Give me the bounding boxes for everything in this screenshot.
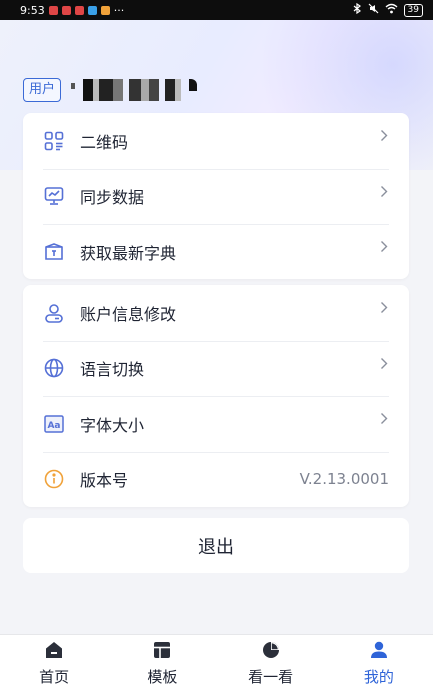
tab-label: 我的 xyxy=(363,668,394,686)
font-size-icon: Aa xyxy=(43,413,65,435)
version-value: V.2.13.0001 xyxy=(299,470,389,489)
menu-item-account-edit[interactable]: 账户信息修改 xyxy=(23,285,409,341)
notification-icon xyxy=(61,5,71,15)
menu-item-label: 获取最新字典 xyxy=(80,243,177,263)
menu-item-label: 同步数据 xyxy=(80,188,145,208)
tab-home[interactable]: 首页 xyxy=(0,635,108,693)
user-row: 用户 xyxy=(23,78,198,102)
tab-browse[interactable]: 看一看 xyxy=(217,635,325,693)
chevron-right-icon xyxy=(379,128,389,144)
menu-item-label: 二维码 xyxy=(80,132,129,152)
menu-item-label: 版本号 xyxy=(80,471,129,491)
user-name-redacted xyxy=(71,78,198,102)
tab-template[interactable]: 模板 xyxy=(108,635,216,693)
menu-item-get-dictionary[interactable]: 获取最新字典 xyxy=(23,224,409,280)
silent-icon xyxy=(368,3,379,17)
menu-item-language[interactable]: 语言切换 xyxy=(23,340,409,397)
info-icon xyxy=(43,468,65,490)
globe-icon xyxy=(43,357,65,379)
chevron-right-icon xyxy=(379,300,389,316)
tab-mine[interactable]: 我的 xyxy=(325,635,433,693)
menu-item-version: 版本号 V.2.13.0001 xyxy=(23,451,409,508)
tab-label: 模板 xyxy=(147,668,178,686)
tab-label: 看一看 xyxy=(248,668,294,686)
logout-button[interactable]: 退出 xyxy=(23,518,409,573)
menu-item-label: 字体大小 xyxy=(80,415,145,435)
notification-icon xyxy=(48,5,58,15)
svg-text:Aa: Aa xyxy=(47,421,60,431)
chevron-right-icon xyxy=(379,183,389,199)
menu-item-label: 语言切换 xyxy=(80,360,145,380)
more-notifications-icon: ··· xyxy=(113,3,125,17)
notification-icon xyxy=(100,5,110,15)
qrcode-icon xyxy=(43,130,65,152)
status-right: 39 xyxy=(353,2,423,17)
bottom-tab-bar: 首页 模板 看一看 我的 xyxy=(0,634,433,693)
sync-monitor-icon xyxy=(43,185,65,207)
notification-icon xyxy=(74,5,84,15)
status-left: 9:53 ··· xyxy=(20,4,124,17)
bluetooth-icon xyxy=(353,2,362,17)
menu-item-font-size[interactable]: Aa 字体大小 xyxy=(23,396,409,452)
menu-card-primary: 二维码 同步数据 获取最新字典 xyxy=(23,113,409,279)
tab-label: 首页 xyxy=(39,668,70,686)
menu-item-qrcode[interactable]: 二维码 xyxy=(23,113,409,169)
notification-icon xyxy=(87,5,97,15)
chevron-right-icon xyxy=(379,355,389,371)
status-bar: 9:53 ··· 39 xyxy=(0,0,433,20)
menu-item-sync-data[interactable]: 同步数据 xyxy=(23,168,409,225)
dictionary-box-icon xyxy=(43,241,65,263)
user-edit-icon xyxy=(43,302,65,324)
template-icon xyxy=(153,641,171,663)
wifi-icon xyxy=(385,3,398,17)
home-icon xyxy=(45,641,63,663)
chevron-right-icon xyxy=(379,411,389,427)
menu-card-settings: 账户信息修改 语言切换 Aa 字体大小 版本号 V.2.13.0001 xyxy=(23,285,409,507)
status-time: 9:53 xyxy=(20,3,45,17)
profile-icon xyxy=(370,641,388,663)
battery-icon: 39 xyxy=(403,3,423,17)
pie-chart-icon xyxy=(262,641,280,663)
user-tag: 用户 xyxy=(23,78,62,102)
menu-item-label: 账户信息修改 xyxy=(80,304,177,324)
chevron-right-icon xyxy=(379,239,389,255)
